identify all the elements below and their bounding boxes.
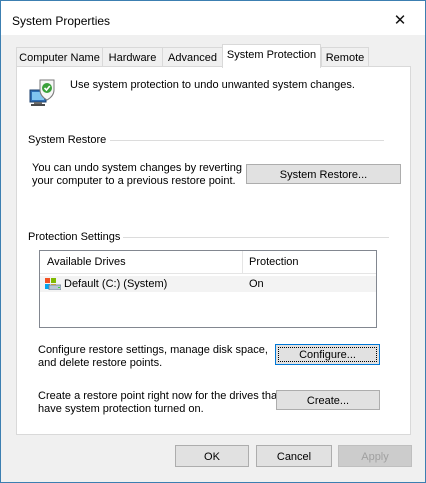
description-line: your computer to a previous restore poin… bbox=[32, 175, 236, 187]
description-line: Configure restore settings, manage disk … bbox=[38, 344, 268, 356]
title-bar[interactable]: System Properties ✕ bbox=[1, 1, 425, 35]
close-icon: ✕ bbox=[393, 12, 407, 29]
description-line: You can undo system changes by reverting bbox=[32, 162, 242, 174]
table-row[interactable]: Default (C:) (System) On bbox=[40, 276, 376, 292]
description-line: have system protection turned on. bbox=[38, 403, 204, 415]
system-restore-button[interactable]: System Restore... bbox=[246, 164, 401, 184]
button-label: Configure... bbox=[299, 349, 356, 361]
configure-button[interactable]: Configure... bbox=[275, 344, 380, 365]
button-label: System Restore... bbox=[279, 169, 368, 181]
group-divider bbox=[123, 237, 389, 238]
description-line: Create a restore point right now for the… bbox=[38, 390, 281, 402]
tab-label: Computer Name bbox=[19, 52, 100, 64]
focus-rectangle: Configure... bbox=[278, 347, 377, 362]
tab-label: System Protection bbox=[226, 49, 317, 61]
window-title: System Properties bbox=[12, 14, 111, 28]
tab-hardware[interactable]: Hardware bbox=[102, 47, 163, 68]
drives-list[interactable]: Available Drives Protection Default (C:)… bbox=[39, 250, 377, 328]
protection-settings-heading: Protection Settings bbox=[28, 231, 121, 243]
system-properties-window: System Properties ✕ Computer Name Hardwa… bbox=[0, 0, 426, 483]
create-description: Create a restore point right now for the… bbox=[38, 390, 280, 416]
tab-remote[interactable]: Remote bbox=[321, 47, 369, 68]
intro-text: Use system protection to undo unwanted s… bbox=[70, 79, 355, 91]
tab-computer-name[interactable]: Computer Name bbox=[16, 47, 103, 68]
tab-advanced[interactable]: Advanced bbox=[162, 47, 223, 68]
apply-button[interactable]: Apply bbox=[338, 445, 412, 467]
list-header: Available Drives Protection bbox=[40, 251, 376, 274]
hard-drive-icon bbox=[45, 278, 62, 291]
column-header-available-drives[interactable]: Available Drives bbox=[47, 256, 126, 268]
button-label: Apply bbox=[361, 451, 389, 463]
button-label: Create... bbox=[306, 395, 350, 407]
protection-status: On bbox=[249, 278, 264, 290]
column-separator[interactable] bbox=[242, 251, 243, 273]
tab-system-protection[interactable]: System Protection bbox=[222, 44, 321, 68]
system-restore-description: You can undo system changes by reverting… bbox=[32, 162, 242, 188]
group-divider bbox=[110, 140, 384, 141]
button-label: OK bbox=[204, 451, 220, 463]
tab-label: Advanced bbox=[168, 52, 217, 64]
system-protection-icon bbox=[28, 76, 60, 108]
configure-description: Configure restore settings, manage disk … bbox=[38, 344, 268, 370]
create-button[interactable]: Create... bbox=[276, 390, 380, 410]
tab-label: Remote bbox=[325, 52, 365, 64]
close-button[interactable]: ✕ bbox=[389, 12, 411, 32]
system-restore-heading: System Restore bbox=[28, 134, 107, 146]
cancel-button[interactable]: Cancel bbox=[256, 445, 332, 467]
description-line: and delete restore points. bbox=[38, 357, 163, 369]
button-label: Cancel bbox=[276, 451, 312, 463]
ok-button[interactable]: OK bbox=[175, 445, 249, 467]
drive-name: Default (C:) (System) bbox=[64, 278, 168, 290]
tab-label: Hardware bbox=[108, 52, 157, 64]
column-header-protection[interactable]: Protection bbox=[249, 256, 299, 268]
